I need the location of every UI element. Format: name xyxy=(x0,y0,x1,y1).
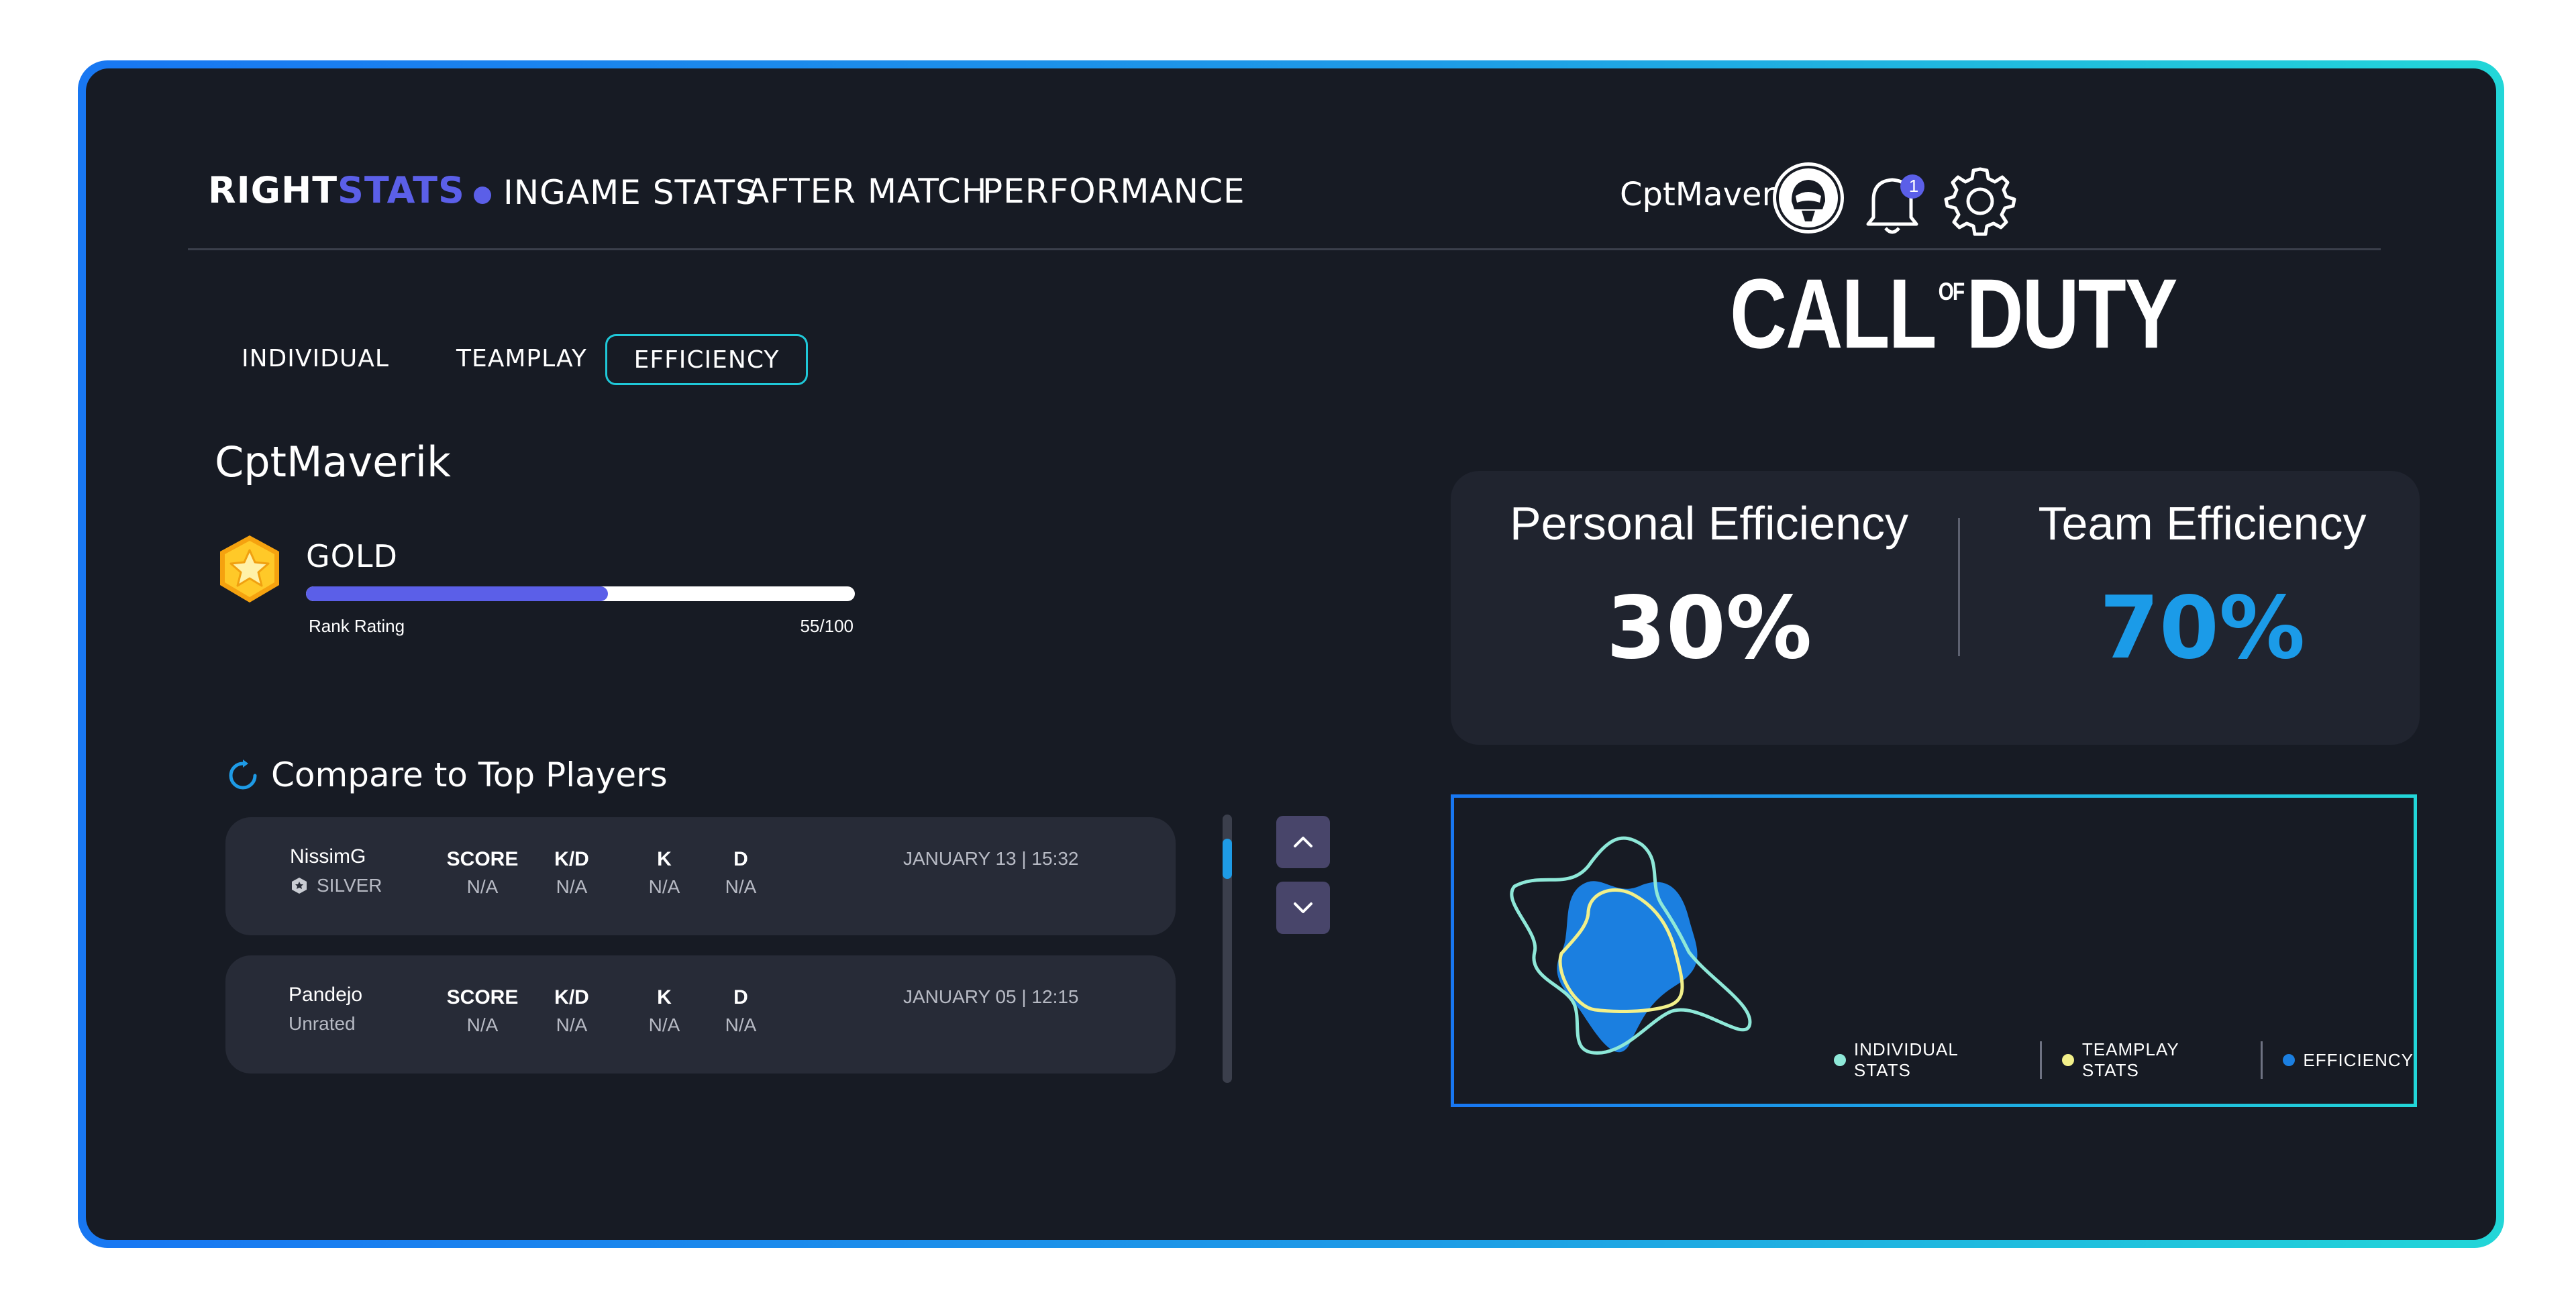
rank-rating-label: Rank Rating xyxy=(309,616,405,636)
nav-ingame-stats[interactable]: INGAME STATS xyxy=(503,173,758,212)
cell-kd: N/A xyxy=(556,1014,588,1035)
active-nav-dot xyxy=(474,187,491,204)
col-header-k: K xyxy=(657,986,672,1008)
table-row[interactable]: NissimG SILVER SCORE N/A K/D N/A K N/A D… xyxy=(225,817,1176,935)
col-header-kd: K/D xyxy=(554,848,589,870)
player-name: NissimG xyxy=(290,845,366,868)
efficiency-blob-chart xyxy=(1510,836,1752,1055)
team-efficiency-label: Team Efficiency xyxy=(2038,497,2367,550)
efficiency-chart-panel: INDIVIDUAL STATS TEAMPLAY STATS EFFICIEN… xyxy=(1451,794,2417,1107)
legend-teamplay-dot xyxy=(2062,1054,2074,1066)
efficiency-card: Personal Efficiency 30% Team Efficiency … xyxy=(1451,471,2420,745)
nav-performance[interactable]: PERFORMANCE xyxy=(982,172,1245,211)
efficiency-divider xyxy=(1958,518,1960,656)
gold-rank-star-icon xyxy=(215,533,285,605)
match-date: JANUARY 13 | 15:32 xyxy=(903,848,1079,869)
legend-separator xyxy=(2261,1041,2263,1079)
personal-efficiency-value: 30% xyxy=(1606,578,1812,678)
match-date: JANUARY 05 | 12:15 xyxy=(903,986,1079,1007)
scroll-down-button[interactable] xyxy=(1276,882,1330,934)
cell-k: N/A xyxy=(648,876,680,897)
refresh-icon[interactable] xyxy=(225,758,260,793)
profile-name: CptMaverik xyxy=(215,437,451,486)
rank-progress-fill xyxy=(306,586,608,601)
col-header-k: K xyxy=(657,848,672,870)
chevron-up-icon xyxy=(1294,837,1312,847)
cod-logo-duty: DUTY xyxy=(1966,258,2177,370)
personal-efficiency-label: Personal Efficiency xyxy=(1509,497,1908,550)
legend-teamplay: TEAMPLAY STATS xyxy=(2062,1039,2240,1081)
brand-part-1: RIGHT xyxy=(208,169,338,211)
scroll-up-button[interactable] xyxy=(1276,816,1330,868)
cod-logo-of: OF xyxy=(1938,278,1965,306)
legend-teamplay-label: TEAMPLAY STATS xyxy=(2081,1039,2179,1080)
cod-logo-call: CALL xyxy=(1730,258,1937,370)
settings-gear-icon[interactable] xyxy=(1943,162,2017,236)
col-header-score: SCORE xyxy=(446,848,519,870)
notification-count: 1 xyxy=(1908,176,1919,196)
brand-logo[interactable]: RIGHTSTATS xyxy=(208,169,465,211)
subtab-efficiency[interactable]: EFFICIENCY xyxy=(605,334,808,385)
legend-individual: INDIVIDUAL STATS xyxy=(1834,1039,2020,1081)
cell-score: N/A xyxy=(466,876,499,897)
compare-title: Compare to Top Players xyxy=(271,755,668,794)
chevron-down-icon xyxy=(1294,902,1312,913)
legend-efficiency: EFFICIENCY xyxy=(2283,1050,2414,1071)
col-header-kd: K/D xyxy=(554,986,589,1008)
chart-legend: INDIVIDUAL STATS TEAMPLAY STATS EFFICIEN… xyxy=(1834,1039,2414,1081)
col-header-d: D xyxy=(733,986,748,1008)
player-rank-label: SILVER xyxy=(317,875,382,896)
cell-d: N/A xyxy=(725,1014,757,1035)
call-of-duty-logo: CALL OF DUTY xyxy=(1730,258,2177,370)
legend-separator xyxy=(2040,1041,2042,1079)
legend-efficiency-label: EFFICIENCY xyxy=(2303,1049,2414,1070)
subtab-individual[interactable]: INDIVIDUAL xyxy=(242,345,389,372)
col-header-d: D xyxy=(733,848,748,870)
rank-progress-bar xyxy=(306,586,855,601)
subtab-teamplay[interactable]: TEAMPLAY xyxy=(456,345,587,372)
app-frame: RIGHTSTATS INGAME STATS AFTER MATCH PERF… xyxy=(78,60,2504,1248)
rank-rating-value: 55/100 xyxy=(800,616,854,636)
legend-individual-label: INDIVIDUAL STATS xyxy=(1853,1039,1958,1080)
brand-part-2: STATS xyxy=(338,169,465,211)
player-name: Pandejo xyxy=(289,984,363,1006)
legend-individual-dot xyxy=(1834,1054,1846,1066)
cell-k: N/A xyxy=(648,1014,680,1035)
silver-rank-icon xyxy=(292,878,307,894)
cell-d: N/A xyxy=(725,876,757,897)
avatar[interactable] xyxy=(1771,161,1845,235)
nav-after-match[interactable]: AFTER MATCH xyxy=(746,172,987,211)
cell-score: N/A xyxy=(466,1014,499,1035)
table-row[interactable]: Pandejo Unrated SCORE N/A K/D N/A K N/A … xyxy=(225,955,1176,1074)
col-header-score: SCORE xyxy=(446,986,519,1008)
app-panel: RIGHTSTATS INGAME STATS AFTER MATCH PERF… xyxy=(86,68,2496,1240)
legend-efficiency-dot xyxy=(2283,1054,2296,1066)
subtab-efficiency-label: EFFICIENCY xyxy=(633,346,780,374)
team-efficiency-value: 70% xyxy=(2099,578,2306,678)
player-rank: SILVER xyxy=(290,875,382,896)
cell-kd: N/A xyxy=(556,876,588,897)
header-divider xyxy=(188,248,2381,250)
scrollbar-thumb[interactable] xyxy=(1223,839,1232,879)
player-rank-label: Unrated xyxy=(289,1013,356,1034)
rank-label: GOLD xyxy=(306,538,398,574)
